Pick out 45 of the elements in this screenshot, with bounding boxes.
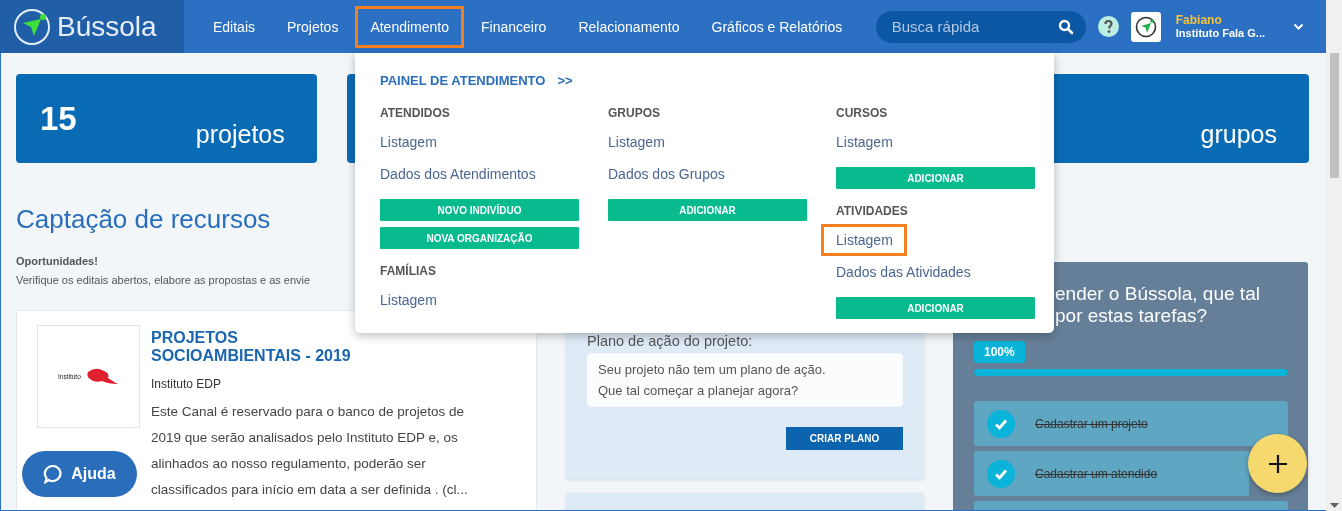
stat-label: projetos <box>195 120 285 150</box>
menu-link[interactable]: Listagem <box>380 284 437 316</box>
search-field[interactable]: Busca rápida <box>875 10 1086 43</box>
menu-link[interactable]: Listagem <box>821 224 907 256</box>
task-row[interactable]: Cadastrar um atendido <box>974 451 1249 496</box>
task-label: Cadastrar um projeto <box>1035 416 1148 431</box>
create-plan-button[interactable]: CRIAR PLANO <box>786 427 903 450</box>
progress-badge: 100% <box>974 341 1025 363</box>
menu-link[interactable]: Listagem <box>608 126 665 158</box>
app-logo-text: Bússola <box>57 10 157 43</box>
nav-link[interactable]: Gráficos e Relatórios <box>696 5 858 48</box>
menu-heading: GRUPOS <box>608 105 660 122</box>
help-button[interactable]: Ajuda <box>22 451 137 497</box>
section-title: Captação de recursos <box>16 203 271 235</box>
task-row[interactable]: Cadastrar um projeto <box>974 401 1288 446</box>
nav-link[interactable]: Financeiro <box>466 5 562 48</box>
section-subtitle: Oportunidades! <box>16 255 99 267</box>
menu-link[interactable]: Dados dos Grupos <box>608 158 725 190</box>
menu-link[interactable]: Dados dos Atendimentos <box>380 158 536 190</box>
stat-card[interactable]: 15 projetos <box>16 74 317 163</box>
menu-link[interactable]: Dados das Atividades <box>836 256 971 288</box>
menu-link[interactable]: Listagem <box>836 126 893 158</box>
tasks-title: ender o Bússola, que tal por estas tarefas? <box>1054 283 1261 327</box>
opportunity-title[interactable]: PROJETOS SOCIOAMBIENTAIS - 2019 <box>151 329 381 365</box>
menu-heading: ATENDIDOS <box>380 105 450 122</box>
nav-link[interactable]: Editais <box>198 5 271 48</box>
task-label: Cadastrar um atendido <box>1035 466 1158 481</box>
nav-link[interactable]: Relacionamento <box>563 5 695 48</box>
menu-title-link[interactable]: PAINEL DE ATENDIMENTO <box>380 72 546 88</box>
stat-label: grupos <box>1200 120 1277 150</box>
nav-link[interactable]: Atendimento <box>355 5 464 48</box>
menu-heading: FAMÍLIAS <box>380 262 436 280</box>
user-name: Fabiano <box>1175 13 1223 27</box>
plan-label: Plano de ação do projeto: <box>587 333 754 349</box>
plan-message: Seu projeto não tem um plano de ação. Que tal começar a planejar agora? <box>587 353 903 407</box>
opportunity-description: Este Canal é reservado para o banco de projetos de 2019 que serão analisados pelo Instituto EDP e, os alinhados ao nosso regulamento, poderão ser classificados para início em data a ser definida . (cl... <box>151 403 468 499</box>
more-arrow-link[interactable]: >> <box>557 72 573 88</box>
menu-heading: CURSOS <box>836 105 888 122</box>
menu-heading: ATIVIDADES <box>836 203 908 220</box>
menu-link[interactable]: Listagem <box>380 126 437 158</box>
organization-name: Instituto Fala G... <box>1175 26 1265 40</box>
section-description: Verifique os editais abertos, elabore as propostas e as envie <box>16 274 312 286</box>
nav-link[interactable]: Projetos <box>272 5 354 48</box>
stat-number: 15 <box>40 100 77 139</box>
opportunity-organization: Instituto EDP <box>151 377 223 391</box>
